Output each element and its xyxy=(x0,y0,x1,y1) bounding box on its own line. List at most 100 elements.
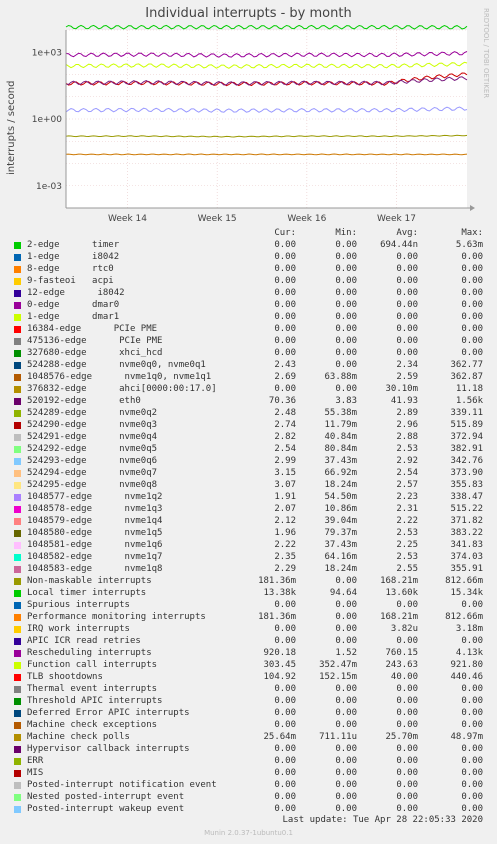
legend-avg-value: 2.31 xyxy=(396,504,418,514)
legend-swatch xyxy=(14,734,21,741)
legend-swatch xyxy=(14,506,21,513)
legend-header-max: Max: xyxy=(461,228,483,238)
legend-max-value: 0.00 xyxy=(461,792,483,802)
legend-avg-value: 0.00 xyxy=(396,720,418,730)
legend-max-value: 383.22 xyxy=(450,528,483,538)
legend-max-value: 0.00 xyxy=(461,636,483,646)
legend-max-value: 374.03 xyxy=(450,552,483,562)
legend-max-value: 0.00 xyxy=(461,780,483,790)
legend-avg-value: 2.53 xyxy=(396,528,418,538)
legend-cur-value: 2.99 xyxy=(274,456,296,466)
legend-max-value: 0.00 xyxy=(461,252,483,262)
legend-min-value: 0.00 xyxy=(335,576,357,586)
legend-series-name: 1048582-edge nvme1q7 xyxy=(27,552,163,562)
legend-series-name: 475136-edge PCIe PME xyxy=(27,336,163,346)
legend-min-value: 0.00 xyxy=(335,708,357,718)
legend-min-value: 37.43m xyxy=(324,456,357,466)
legend-header-min: Min: xyxy=(335,228,357,238)
legend-max-value: 1.56k xyxy=(455,396,483,406)
legend-avg-value: 0.00 xyxy=(396,792,418,802)
legend-series-name: 327680-edge xhci_hcd xyxy=(27,348,163,358)
legend-max-value: 15.34k xyxy=(450,588,483,598)
legend-avg-value: 0.00 xyxy=(396,696,418,706)
legend-series-name: 8-edge rtc0 xyxy=(27,264,114,274)
legend-series-name: 9-fasteoi acpi xyxy=(27,276,114,286)
legend-row: 376832-edge ahci[0000:00:17.0] 0.00 0.00 30… xyxy=(0,383,497,395)
legend-cur-value: 1.91 xyxy=(274,492,296,502)
legend-max-value: 362.87 xyxy=(450,372,483,382)
legend-min-value: 0.00 xyxy=(335,288,357,298)
legend-series-name: 524289-edge nvme0q2 xyxy=(27,408,158,418)
legend-row: 524294-edge nvme0q7 3.15 66.92m 2.54 373.90 xyxy=(0,467,497,479)
legend-series-name: 1-edge dmar1 xyxy=(27,312,120,322)
legend-max-value: 339.11 xyxy=(450,408,483,418)
legend-cur-value: 3.15 xyxy=(274,468,296,478)
legend-avg-value: 0.00 xyxy=(396,336,418,346)
legend-swatch xyxy=(14,698,21,705)
legend-row: Machine check polls 25.64m 711.11u 25.70m 48… xyxy=(0,731,497,743)
legend-cur-value: 0.00 xyxy=(274,336,296,346)
legend-swatch xyxy=(14,314,21,321)
legend-row: 1048582-edge nvme1q7 2.35 64.16m 2.53 374.03 xyxy=(0,551,497,563)
legend-row: 520192-edge eth0 70.36 3.83 41.93 1.56k xyxy=(0,395,497,407)
legend-row: 1048576-edge nvme1q0, nvme1q1 2.69 63.88m 2… xyxy=(0,371,497,383)
legend-series-name: 1048583-edge nvme1q8 xyxy=(27,564,163,574)
legend-swatch xyxy=(14,362,21,369)
legend-max-value: 0.00 xyxy=(461,744,483,754)
legend-series-name: 524292-edge nvme0q5 xyxy=(27,444,158,454)
legend-row: 1048577-edge nvme1q2 1.91 54.50m 2.23 338.47 xyxy=(0,491,497,503)
legend-cur-value: 0.00 xyxy=(274,240,296,250)
legend-cur-value: 2.54 xyxy=(274,444,296,454)
legend-avg-value: 2.53 xyxy=(396,552,418,562)
legend-series-name: 1048580-edge nvme1q5 xyxy=(27,528,163,538)
legend-cur-value: 0.00 xyxy=(274,312,296,322)
legend-min-value: 3.83 xyxy=(335,396,357,406)
legend-min-value: 55.38m xyxy=(324,408,357,418)
legend-max-value: 921.80 xyxy=(450,660,483,670)
legend-cur-value: 2.82 xyxy=(274,432,296,442)
legend-max-value: 515.22 xyxy=(450,504,483,514)
legend-swatch xyxy=(14,590,21,597)
legend-max-value: 515.89 xyxy=(450,420,483,430)
legend-min-value: 63.88m xyxy=(324,372,357,382)
legend-avg-value: 2.55 xyxy=(396,564,418,574)
legend-max-value: 5.63m xyxy=(455,240,483,250)
legend-row: 1-edge dmar1 0.00 0.00 0.00 0.00 xyxy=(0,311,497,323)
legend-max-value: 341.83 xyxy=(450,540,483,550)
legend-row: 524291-edge nvme0q4 2.82 40.84m 2.88 372.94 xyxy=(0,431,497,443)
legend-avg-value: 2.59 xyxy=(396,372,418,382)
legend-swatch xyxy=(14,542,21,549)
legend-row: 0-edge dmar0 0.00 0.00 0.00 0.00 xyxy=(0,299,497,311)
legend-swatch xyxy=(14,614,21,621)
legend-row: ERR 0.00 0.00 0.00 0.00 xyxy=(0,755,497,767)
legend-avg-value: 0.00 xyxy=(396,684,418,694)
legend-row: 1048583-edge nvme1q8 2.29 18.24m 2.55 355.91 xyxy=(0,563,497,575)
legend-swatch xyxy=(14,758,21,765)
legend-swatch xyxy=(14,326,21,333)
legend-max-value: 4.13k xyxy=(455,648,483,658)
legend-swatch xyxy=(14,398,21,405)
legend-cur-value: 920.18 xyxy=(263,648,296,658)
legend-cur-value: 0.00 xyxy=(274,804,296,814)
legend-series-name: MIS xyxy=(27,768,44,778)
legend-avg-value: 41.93 xyxy=(390,396,418,406)
legend-avg-value: 0.00 xyxy=(396,252,418,262)
legend-max-value: 0.00 xyxy=(461,756,483,766)
legend-row: 1048581-edge nvme1q6 2.22 37.43m 2.25 341.83 xyxy=(0,539,497,551)
legend-series-name: Machine check polls xyxy=(27,732,130,742)
legend-series-name: Function call interrupts xyxy=(27,660,158,670)
legend-min-value: 54.50m xyxy=(324,492,357,502)
legend-row: Performance monitoring interrupts 181.36m… xyxy=(0,611,497,623)
x-tick-label: Week 15 xyxy=(198,214,237,224)
legend-series-name: 1048577-edge nvme1q2 xyxy=(27,492,163,502)
legend-cur-value: 2.35 xyxy=(274,552,296,562)
legend-max-value: 0.00 xyxy=(461,312,483,322)
legend-max-value: 338.47 xyxy=(450,492,483,502)
legend-max-value: 0.00 xyxy=(461,276,483,286)
legend-max-value: 372.94 xyxy=(450,432,483,442)
legend-series-name: Machine check exceptions xyxy=(27,720,158,730)
legend-swatch xyxy=(14,710,21,717)
legend-swatch xyxy=(14,722,21,729)
legend-series-name: 12-edge i8042 xyxy=(27,288,125,298)
legend-row: 475136-edge PCIe PME 0.00 0.00 0.00 0.00 xyxy=(0,335,497,347)
